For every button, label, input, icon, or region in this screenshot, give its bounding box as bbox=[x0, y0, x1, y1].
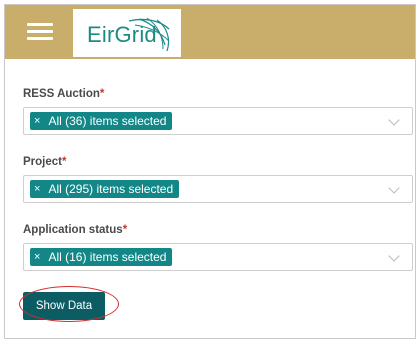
top-header: EirGrid bbox=[5, 5, 415, 59]
ress-auction-label: RESS Auction* bbox=[23, 88, 105, 100]
ress-auction-chip: × All (36) items selected bbox=[30, 112, 173, 130]
project-select[interactable]: × All (295) items selected bbox=[23, 175, 413, 203]
application-status-chip: × All (16) items selected bbox=[30, 248, 173, 266]
project-label: Project* bbox=[23, 156, 67, 168]
chip-remove-icon[interactable]: × bbox=[34, 112, 40, 130]
application-status-select[interactable]: × All (16) items selected bbox=[23, 243, 413, 271]
chip-remove-icon[interactable]: × bbox=[34, 248, 40, 266]
chip-label: All (36) items selected bbox=[48, 114, 167, 128]
show-data-button[interactable]: Show Data bbox=[23, 292, 105, 320]
chip-label: All (16) items selected bbox=[48, 250, 167, 264]
chevron-down-icon[interactable] bbox=[388, 250, 400, 262]
chevron-down-icon[interactable] bbox=[388, 182, 400, 194]
filter-form: RESS Auction* × All (36) items selected … bbox=[23, 87, 415, 271]
hamburger-menu-icon[interactable] bbox=[27, 23, 53, 41]
chip-remove-icon[interactable]: × bbox=[34, 180, 40, 198]
eirgrid-logo[interactable]: EirGrid bbox=[73, 9, 181, 57]
project-chip: × All (295) items selected bbox=[30, 180, 180, 198]
ress-auction-select[interactable]: × All (36) items selected bbox=[23, 107, 413, 135]
chevron-down-icon[interactable] bbox=[388, 114, 400, 126]
chip-label: All (295) items selected bbox=[48, 182, 174, 196]
application-status-label: Application status* bbox=[23, 224, 128, 236]
logo-text: EirGrid bbox=[87, 22, 157, 47]
page-frame: EirGrid RESS Auction* × All (36) items s… bbox=[4, 4, 416, 339]
